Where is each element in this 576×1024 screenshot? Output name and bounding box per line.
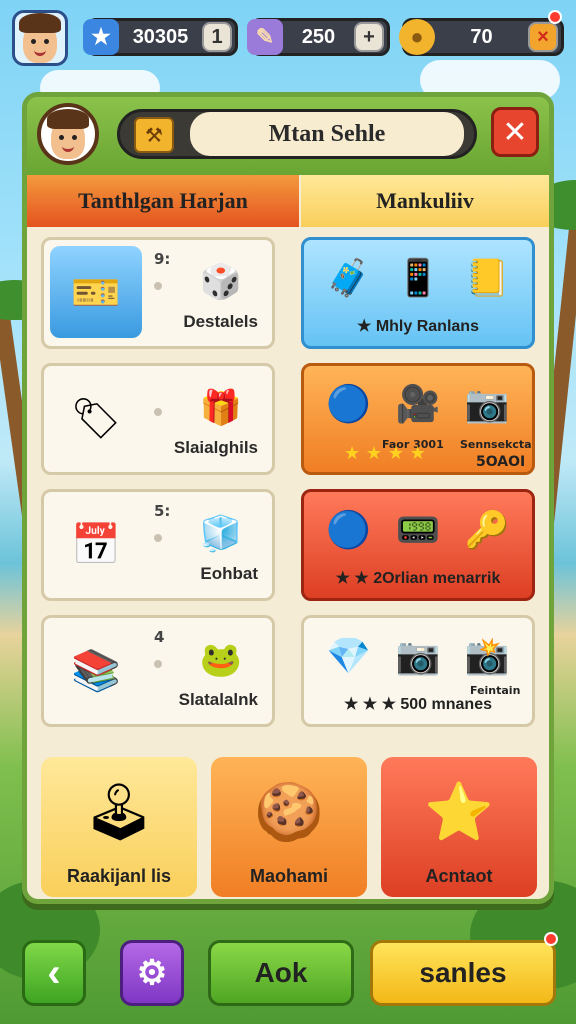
tab-bar: Tanthlgan Harjan Mankuliiv <box>27 175 549 227</box>
items-icon-row: 🧳 📱 📒 <box>326 258 510 299</box>
hammer-icon: ⚒ <box>134 117 174 153</box>
settings-button[interactable]: ⚙ <box>120 940 184 1006</box>
feather-resource: ✎ 250 + <box>247 18 390 56</box>
bottom-card-row: 🕹 Raakijanl lis 🍪 Maohami ⭐ Acntaot <box>41 757 537 897</box>
card-label: Destalels <box>183 312 258 331</box>
feather-icon: ✎ <box>247 19 283 55</box>
add-feather-button[interactable]: + <box>354 22 384 52</box>
card-number: 9: <box>154 250 171 268</box>
card-orange-rewards[interactable]: 🔵 🎥 📷 Faor 3001 Sennsekctan ★ ★ ★ ★ 5OAOI <box>301 363 535 475</box>
items-icon-row: 🔵 🎥 📷 <box>326 384 510 425</box>
card-eohbat[interactable]: 📅 5: 🧊 Eohbat <box>41 489 275 601</box>
title-bar: ⚒ Mtan Sehle <box>117 109 477 159</box>
cookie-icon: 🍪 <box>254 780 324 845</box>
coin-resource-button[interactable]: × <box>528 22 558 52</box>
tab-first[interactable]: Tanthlgan Harjan <box>27 175 299 227</box>
star-rating-icon: ★ ★ ★ ★ <box>344 443 426 464</box>
card-mhly-ranlans[interactable]: 🧳 📱 📒 ★ Mhly Ranlans <box>301 237 535 349</box>
star-resource-button[interactable]: 1 <box>202 22 232 52</box>
main-panel: ⚒ Mtan Sehle ✕ Tanthlgan Harjan Mankulii… <box>22 92 554 904</box>
card-number: 4 <box>154 628 165 646</box>
card-label: Slaialghils <box>173 438 258 457</box>
close-button[interactable]: ✕ <box>491 107 539 157</box>
frog-toy-icon: 🐸 <box>199 640 243 680</box>
card-label: ★ ★ ★ 500 mnanes <box>344 696 492 713</box>
star-resource: ★ 30305 1 <box>83 18 238 56</box>
back-button[interactable]: ‹ <box>22 940 86 1006</box>
card-slaialghils[interactable]: 🏷 🎁 Slaialghils <box>41 363 275 475</box>
calendar-icon: 📅 <box>71 521 121 568</box>
card-label: Eohbat <box>200 564 258 583</box>
card-500-mnanes[interactable]: 💎 📷 📸 Feintain ★ ★ ★ 500 mnanes <box>301 615 535 727</box>
panel-avatar[interactable] <box>37 103 99 165</box>
feather-resource-value: 250 <box>301 25 336 48</box>
dice-icon: 🎲 <box>199 262 243 302</box>
card-label: Slatalalnk <box>178 690 258 709</box>
player-avatar[interactable] <box>12 10 68 66</box>
gold-coin-icon: ● <box>399 19 435 55</box>
items-icon-row: 🔵 📟 🔑 <box>326 510 510 551</box>
card-label: Maohami <box>249 866 328 886</box>
items-icon-row: 💎 📷 📸 <box>326 636 510 677</box>
gift-box-icon: 🎁 <box>199 388 243 428</box>
star-resource-value: 30305 <box>132 25 189 48</box>
card-number: 5: <box>154 502 171 520</box>
sales-button[interactable]: sanles <box>370 940 556 1006</box>
cube-icon: 🧊 <box>199 514 243 554</box>
card-acntaot[interactable]: ⭐ Acntaot <box>381 757 537 897</box>
card-label: Acntaot <box>425 866 493 886</box>
panel-header: ⚒ Mtan Sehle ✕ <box>27 97 549 175</box>
panel-title: Mtan Sehle <box>190 112 464 156</box>
card-label: ★ ★ 2Orlian menarrik <box>335 570 501 587</box>
mini-value: 5OAOI <box>476 454 526 470</box>
tab-second[interactable]: Mankuliiv <box>301 175 549 227</box>
book-icon: 📚 <box>71 647 121 694</box>
star-icon: ★ <box>83 19 119 55</box>
controller-icon: 🕹 <box>83 780 155 845</box>
notification-dot <box>548 10 562 24</box>
card-maohami[interactable]: 🍪 Maohami <box>211 757 367 897</box>
percent-sign-icon: 🏷 <box>70 395 122 442</box>
card-red-offer[interactable]: 🔵 📟 🔑 ★ ★ 2Orlian menarrik <box>301 489 535 601</box>
notification-dot <box>544 932 558 946</box>
card-raakijanl[interactable]: 🕹 Raakijanl lis <box>41 757 197 897</box>
top-resource-bar: ★ 30305 1 ✎ 250 + ● 70 × <box>12 8 564 66</box>
card-destalels[interactable]: 🎫 9: 🎲 Destalels <box>41 237 275 349</box>
card-slatalalnk[interactable]: 📚 4 🐸 Slatalalnk <box>41 615 275 727</box>
star-icon: ⭐ <box>424 780 494 845</box>
card-label: ★ Mhly Ranlans <box>357 318 479 335</box>
card-label: Raakijanl lis <box>66 866 172 886</box>
ticket-icon: 🎫 <box>50 246 142 338</box>
mini-label: Sennsekctan <box>460 438 535 451</box>
coin-resource: ● 70 × <box>399 18 564 56</box>
ok-button[interactable]: Aok <box>208 940 354 1006</box>
coin-resource-value: 70 <box>470 25 493 48</box>
